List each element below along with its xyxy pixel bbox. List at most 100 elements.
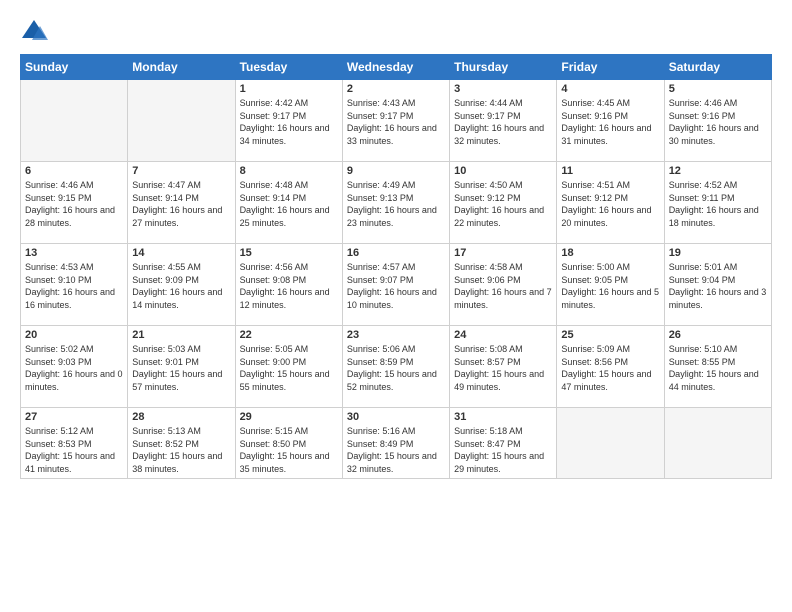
weekday-header-tuesday: Tuesday <box>235 55 342 80</box>
calendar-cell: 9 Sunrise: 4:49 AM Sunset: 9:13 PM Daylig… <box>342 162 449 244</box>
calendar-cell: 21 Sunrise: 5:03 AM Sunset: 9:01 PM Dayli… <box>128 326 235 408</box>
calendar-table: SundayMondayTuesdayWednesdayThursdayFrid… <box>20 54 772 479</box>
day-info: Sunrise: 4:46 AM Sunset: 9:16 PM Dayligh… <box>669 97 767 147</box>
calendar-cell: 12 Sunrise: 4:52 AM Sunset: 9:11 PM Dayli… <box>664 162 771 244</box>
calendar-cell <box>128 80 235 162</box>
day-number: 26 <box>669 329 767 341</box>
day-number: 17 <box>454 247 552 259</box>
calendar-cell: 24 Sunrise: 5:08 AM Sunset: 8:57 PM Dayli… <box>450 326 557 408</box>
calendar-cell: 17Sunrise: 4:58 AM Sunset: 9:06 PM Dayli… <box>450 244 557 326</box>
calendar-cell: 10 Sunrise: 4:50 AM Sunset: 9:12 PM Dayli… <box>450 162 557 244</box>
day-info: Sunrise: 4:53 AM Sunset: 9:10 PM Dayligh… <box>25 261 123 311</box>
day-number: 12 <box>669 165 767 177</box>
day-number: 2 <box>347 83 445 95</box>
day-info: Sunrise: 4:44 AM Sunset: 9:17 PM Dayligh… <box>454 97 552 147</box>
day-info: Sunrise: 4:46 AM Sunset: 9:15 PM Dayligh… <box>25 179 123 229</box>
day-number: 18 <box>561 247 659 259</box>
calendar-cell: 1 Sunrise: 4:42 AM Sunset: 9:17 PM Daylig… <box>235 80 342 162</box>
day-info: Sunrise: 5:05 AM Sunset: 9:00 PM Dayligh… <box>240 343 338 393</box>
day-number: 3 <box>454 83 552 95</box>
weekday-header-sunday: Sunday <box>21 55 128 80</box>
weekday-header-thursday: Thursday <box>450 55 557 80</box>
calendar-cell: 27 Sunrise: 5:12 AM Sunset: 8:53 PM Dayli… <box>21 408 128 479</box>
day-info: Sunrise: 4:51 AM Sunset: 9:12 PM Dayligh… <box>561 179 659 229</box>
calendar-cell: 3 Sunrise: 4:44 AM Sunset: 9:17 PM Daylig… <box>450 80 557 162</box>
weekday-header-saturday: Saturday <box>664 55 771 80</box>
week-row-2: 6 Sunrise: 4:46 AM Sunset: 9:15 PM Daylig… <box>21 162 772 244</box>
header-row: SundayMondayTuesdayWednesdayThursdayFrid… <box>21 55 772 80</box>
calendar-cell: 2 Sunrise: 4:43 AM Sunset: 9:17 PM Daylig… <box>342 80 449 162</box>
week-row-4: 20Sunrise: 5:02 AM Sunset: 9:03 PM Dayli… <box>21 326 772 408</box>
day-number: 13 <box>25 247 123 259</box>
calendar-cell: 15Sunrise: 4:56 AM Sunset: 9:08 PM Dayli… <box>235 244 342 326</box>
day-number: 24 <box>454 329 552 341</box>
day-info: Sunrise: 5:01 AM Sunset: 9:04 PM Dayligh… <box>669 261 767 311</box>
day-info: Sunrise: 4:47 AM Sunset: 9:14 PM Dayligh… <box>132 179 230 229</box>
weekday-header-wednesday: Wednesday <box>342 55 449 80</box>
day-number: 22 <box>240 329 338 341</box>
day-info: Sunrise: 5:02 AM Sunset: 9:03 PM Dayligh… <box>25 343 123 393</box>
calendar-cell: 25 Sunrise: 5:09 AM Sunset: 8:56 PM Dayli… <box>557 326 664 408</box>
day-number: 5 <box>669 83 767 95</box>
day-number: 16 <box>347 247 445 259</box>
day-info: Sunrise: 5:13 AM Sunset: 8:52 PM Dayligh… <box>132 425 230 475</box>
day-info: Sunrise: 4:57 AM Sunset: 9:07 PM Dayligh… <box>347 261 445 311</box>
calendar-cell <box>21 80 128 162</box>
day-info: Sunrise: 4:52 AM Sunset: 9:11 PM Dayligh… <box>669 179 767 229</box>
day-number: 27 <box>25 411 123 423</box>
day-number: 14 <box>132 247 230 259</box>
day-number: 10 <box>454 165 552 177</box>
day-number: 30 <box>347 411 445 423</box>
calendar-cell: 18 Sunrise: 5:00 AM Sunset: 9:05 PM Dayli… <box>557 244 664 326</box>
day-info: Sunrise: 4:43 AM Sunset: 9:17 PM Dayligh… <box>347 97 445 147</box>
day-info: Sunrise: 4:45 AM Sunset: 9:16 PM Dayligh… <box>561 97 659 147</box>
day-info: Sunrise: 5:09 AM Sunset: 8:56 PM Dayligh… <box>561 343 659 393</box>
day-number: 8 <box>240 165 338 177</box>
calendar-cell: 30Sunrise: 5:16 AM Sunset: 8:49 PM Dayli… <box>342 408 449 479</box>
day-info: Sunrise: 4:50 AM Sunset: 9:12 PM Dayligh… <box>454 179 552 229</box>
calendar-cell: 31 Sunrise: 5:18 AM Sunset: 8:47 PM Dayli… <box>450 408 557 479</box>
logo <box>20 18 52 46</box>
calendar-cell: 20Sunrise: 5:02 AM Sunset: 9:03 PM Dayli… <box>21 326 128 408</box>
calendar-cell: 8Sunrise: 4:48 AM Sunset: 9:14 PM Daylig… <box>235 162 342 244</box>
weekday-header-monday: Monday <box>128 55 235 80</box>
day-number: 23 <box>347 329 445 341</box>
day-number: 15 <box>240 247 338 259</box>
day-number: 21 <box>132 329 230 341</box>
calendar-cell: 16 Sunrise: 4:57 AM Sunset: 9:07 PM Dayli… <box>342 244 449 326</box>
day-number: 7 <box>132 165 230 177</box>
weekday-header-friday: Friday <box>557 55 664 80</box>
day-info: Sunrise: 5:12 AM Sunset: 8:53 PM Dayligh… <box>25 425 123 475</box>
day-info: Sunrise: 5:08 AM Sunset: 8:57 PM Dayligh… <box>454 343 552 393</box>
calendar-cell: 19 Sunrise: 5:01 AM Sunset: 9:04 PM Dayli… <box>664 244 771 326</box>
calendar-cell: 22 Sunrise: 5:05 AM Sunset: 9:00 PM Dayli… <box>235 326 342 408</box>
calendar-cell: 6 Sunrise: 4:46 AM Sunset: 9:15 PM Daylig… <box>21 162 128 244</box>
day-info: Sunrise: 5:03 AM Sunset: 9:01 PM Dayligh… <box>132 343 230 393</box>
day-number: 31 <box>454 411 552 423</box>
calendar-cell: 7 Sunrise: 4:47 AM Sunset: 9:14 PM Daylig… <box>128 162 235 244</box>
day-number: 29 <box>240 411 338 423</box>
week-row-3: 13 Sunrise: 4:53 AM Sunset: 9:10 PM Dayli… <box>21 244 772 326</box>
calendar-cell: 5 Sunrise: 4:46 AM Sunset: 9:16 PM Daylig… <box>664 80 771 162</box>
calendar-cell <box>557 408 664 479</box>
calendar-cell: 13 Sunrise: 4:53 AM Sunset: 9:10 PM Dayli… <box>21 244 128 326</box>
day-number: 11 <box>561 165 659 177</box>
day-info: Sunrise: 4:49 AM Sunset: 9:13 PM Dayligh… <box>347 179 445 229</box>
day-info: Sunrise: 4:42 AM Sunset: 9:17 PM Dayligh… <box>240 97 338 147</box>
day-number: 19 <box>669 247 767 259</box>
calendar-cell: 23 Sunrise: 5:06 AM Sunset: 8:59 PM Dayli… <box>342 326 449 408</box>
day-info: Sunrise: 5:18 AM Sunset: 8:47 PM Dayligh… <box>454 425 552 475</box>
day-number: 6 <box>25 165 123 177</box>
week-row-5: 27 Sunrise: 5:12 AM Sunset: 8:53 PM Dayli… <box>21 408 772 479</box>
day-info: Sunrise: 5:10 AM Sunset: 8:55 PM Dayligh… <box>669 343 767 393</box>
calendar-cell: 11 Sunrise: 4:51 AM Sunset: 9:12 PM Dayli… <box>557 162 664 244</box>
day-number: 1 <box>240 83 338 95</box>
calendar-cell: 4Sunrise: 4:45 AM Sunset: 9:16 PM Daylig… <box>557 80 664 162</box>
day-info: Sunrise: 5:15 AM Sunset: 8:50 PM Dayligh… <box>240 425 338 475</box>
day-number: 28 <box>132 411 230 423</box>
day-info: Sunrise: 5:00 AM Sunset: 9:05 PM Dayligh… <box>561 261 659 311</box>
day-info: Sunrise: 5:06 AM Sunset: 8:59 PM Dayligh… <box>347 343 445 393</box>
day-number: 25 <box>561 329 659 341</box>
day-number: 9 <box>347 165 445 177</box>
header <box>20 18 772 46</box>
